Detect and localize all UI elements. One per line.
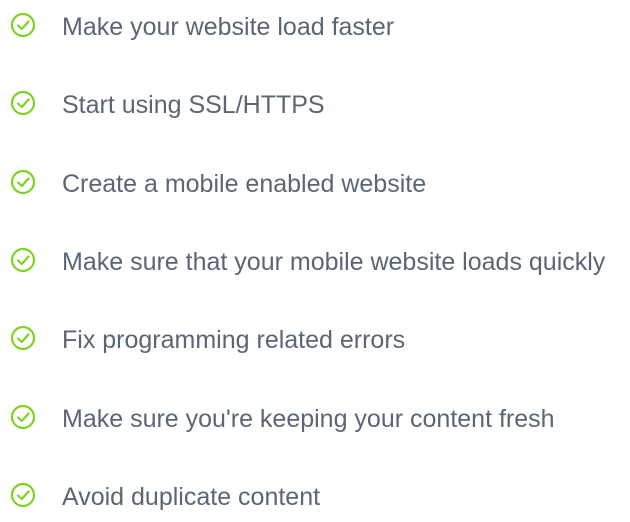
list-item: Create a mobile enabled website [0,169,630,209]
check-circle-icon [10,404,36,430]
check-circle-icon [10,169,36,195]
check-circle-icon [10,12,36,38]
list-item: Fix programming related errors [0,325,630,365]
list-item: Avoid duplicate content [0,482,630,522]
check-circle-icon [10,90,36,116]
check-circle-icon [10,247,36,273]
list-item-label: Make sure you're keeping your content fr… [62,405,555,433]
list-item: Make your website load faster [0,12,630,52]
list-item: Start using SSL/HTTPS [0,90,630,130]
list-item-label: Start using SSL/HTTPS [62,91,325,119]
list-item-label: Avoid duplicate content [62,483,321,511]
list-item-label: Fix programming related errors [62,326,406,354]
list-item-label: Create a mobile enabled website [62,170,427,198]
check-circle-icon [10,325,36,351]
list-item-label: Make sure that your mobile website loads… [62,248,606,276]
list-item: Make sure you're keeping your content fr… [0,404,630,444]
list-item-label: Make your website load faster [62,13,395,41]
check-circle-icon [10,482,36,508]
list-item: Make sure that your mobile website loads… [0,247,630,287]
